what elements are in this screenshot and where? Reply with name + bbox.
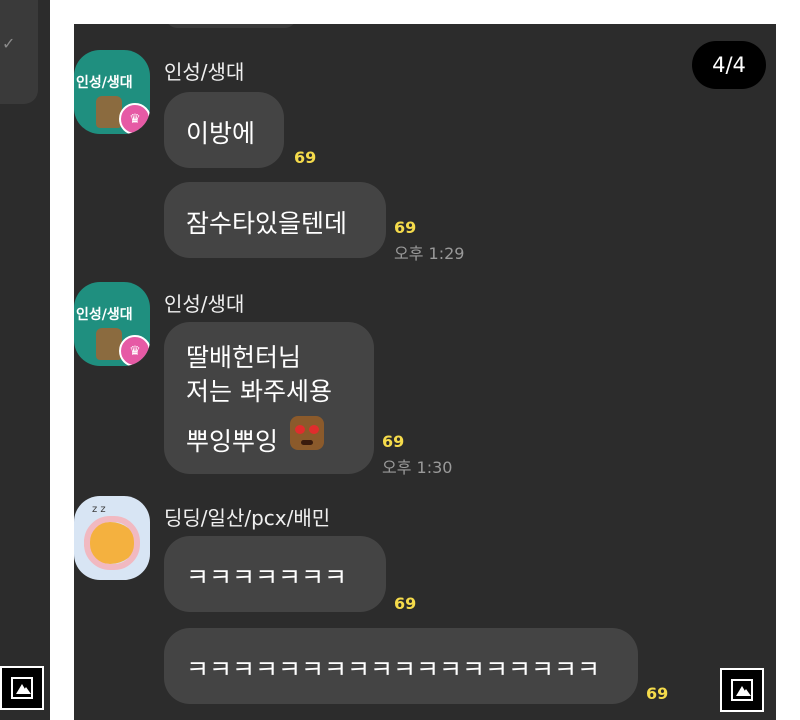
message-text: 이방에: [186, 119, 256, 148]
sender-name: 딩딩/일산/pcx/배민: [164, 506, 331, 530]
check-icon: ✓: [2, 34, 16, 53]
image-icon: [731, 679, 753, 701]
avatar[interactable]: z z: [74, 496, 150, 580]
unread-count: 69: [382, 432, 405, 451]
message-text: 잠수타있을텐데: [186, 209, 348, 238]
avatar[interactable]: 인성/생대 ♛: [74, 50, 150, 134]
message-text: 저는 봐주세용: [186, 377, 332, 406]
previous-message-bubble: [166, 24, 296, 28]
sender-name: 인성/생대: [164, 292, 245, 316]
message-time: 오후 1:30: [382, 458, 453, 477]
avatar[interactable]: 인성/생대 ♛: [74, 282, 150, 366]
unread-count: 69: [394, 594, 417, 613]
bear-icon: [96, 328, 122, 360]
blanket-icon: [84, 516, 140, 570]
bear-icon: [96, 96, 122, 128]
image-view-button[interactable]: [720, 668, 764, 712]
message-bubble[interactable]: ㅋㅋㅋㅋㅋㅋㅋ: [164, 536, 386, 612]
avatar-label: z z: [92, 504, 106, 515]
message-time: 오후 1:29: [394, 244, 465, 263]
left-panel: ✓: [0, 0, 50, 720]
image-counter: 4/4: [692, 41, 766, 89]
message-bubble[interactable]: 잠수타있을텐데: [164, 182, 386, 258]
image-icon: [11, 677, 33, 699]
left-message-bubble: ✓: [0, 0, 38, 104]
message-text: ㅋㅋㅋㅋㅋㅋㅋ: [186, 563, 348, 592]
chat-panel: 4/4 인성/생대 ♛ 인성/생대 이방에 69 잠수타있을텐데 69 오후 1…: [74, 24, 776, 720]
avatar-label: 인성/생대: [76, 75, 133, 91]
heart-eyes-emoticon-icon: [290, 416, 324, 450]
message-text: ㅋㅋㅋㅋㅋㅋㅋㅋㅋㅋㅋㅋㅋㅋㅋㅋㅋㅋ: [186, 655, 601, 684]
message-bubble[interactable]: 딸배헌터님 저는 봐주세용 뿌잉뿌잉: [164, 322, 374, 474]
crown-icon: ♛: [119, 335, 150, 366]
avatar-label: 인성/생대: [76, 307, 133, 323]
unread-count: 69: [646, 684, 669, 703]
message-text: 딸배헌터님: [186, 343, 302, 372]
image-view-button[interactable]: [0, 666, 44, 710]
message-bubble[interactable]: ㅋㅋㅋㅋㅋㅋㅋㅋㅋㅋㅋㅋㅋㅋㅋㅋㅋㅋ: [164, 628, 638, 704]
message-text: 뿌잉뿌잉: [186, 427, 279, 456]
message-bubble[interactable]: 이방에: [164, 92, 284, 168]
crown-icon: ♛: [119, 103, 150, 134]
unread-count: 69: [294, 148, 317, 167]
unread-count: 69: [394, 218, 417, 237]
sender-name: 인성/생대: [164, 60, 245, 84]
